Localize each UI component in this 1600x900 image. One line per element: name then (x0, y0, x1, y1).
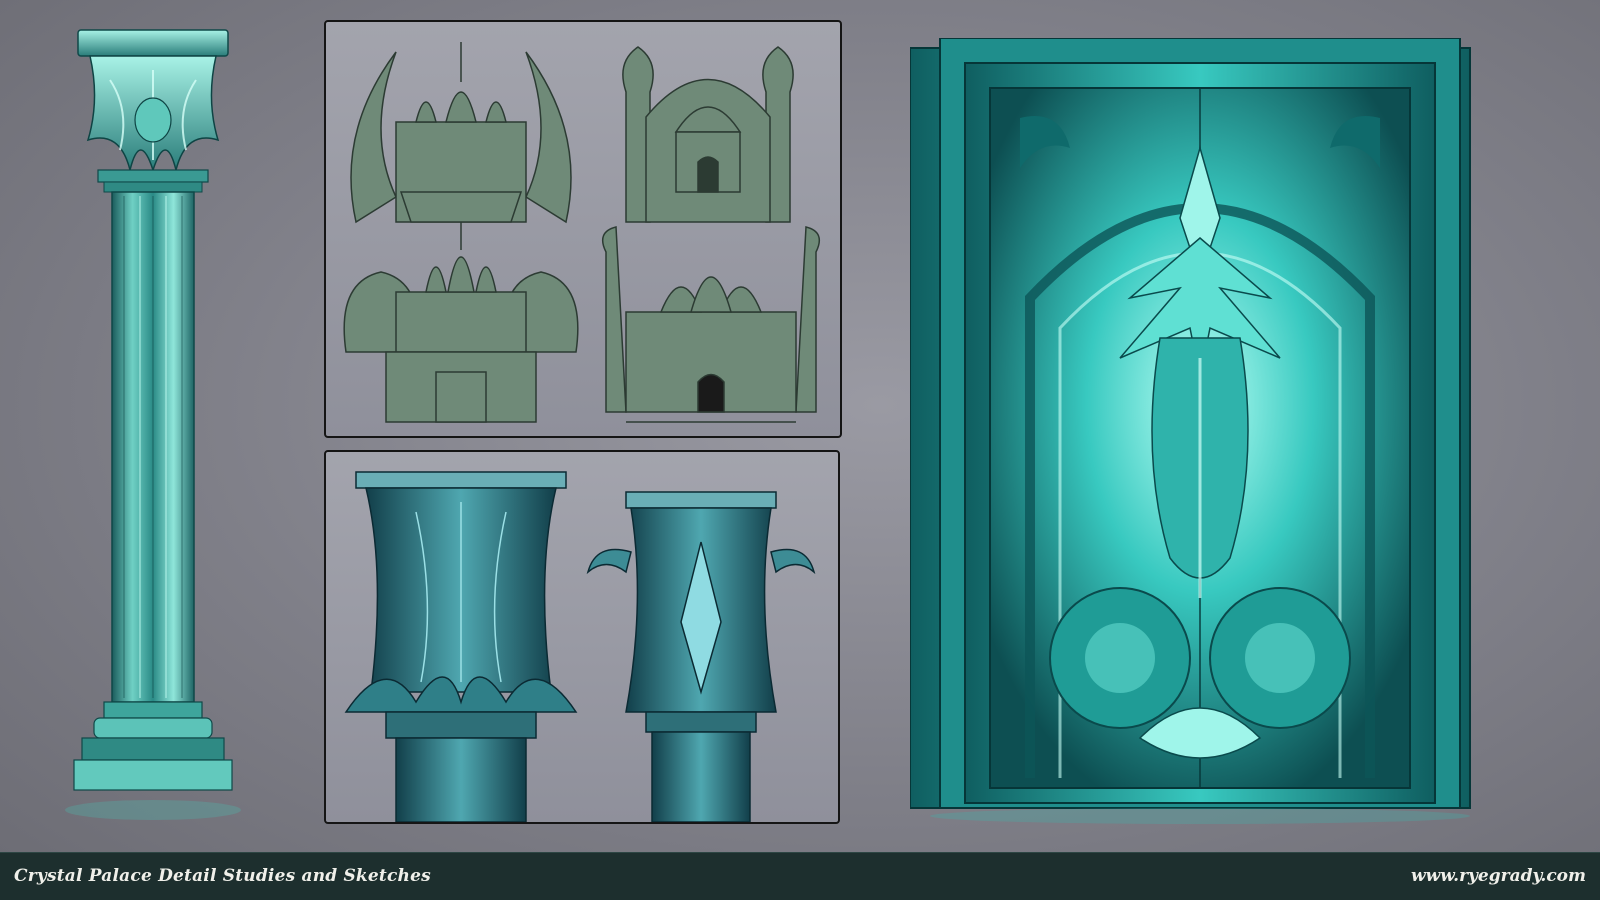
palace-sketch-4 (601, 226, 821, 423)
crystal-column-illustration (65, 29, 241, 820)
capital-studies-panel (324, 450, 840, 824)
palace-sketches-panel (324, 20, 842, 438)
palace-sketch-3 (343, 222, 579, 423)
footer-title: Crystal Palace Detail Studies and Sketch… (14, 866, 431, 886)
capital-studies (344, 471, 816, 822)
canvas (0, 0, 1600, 852)
footer-website: www.ryegrady.com (1410, 866, 1586, 886)
palace-sketch-2 (622, 46, 794, 223)
footer-bar: Crystal Palace Detail Studies and Sketch… (0, 852, 1600, 900)
capital-study-1 (344, 471, 578, 822)
palace-sketch-1 (350, 42, 572, 224)
capital-study-2 (586, 491, 816, 822)
crystal-dragon-door-illustration (910, 38, 1471, 824)
palace-sketch-thumbnails (343, 42, 821, 423)
